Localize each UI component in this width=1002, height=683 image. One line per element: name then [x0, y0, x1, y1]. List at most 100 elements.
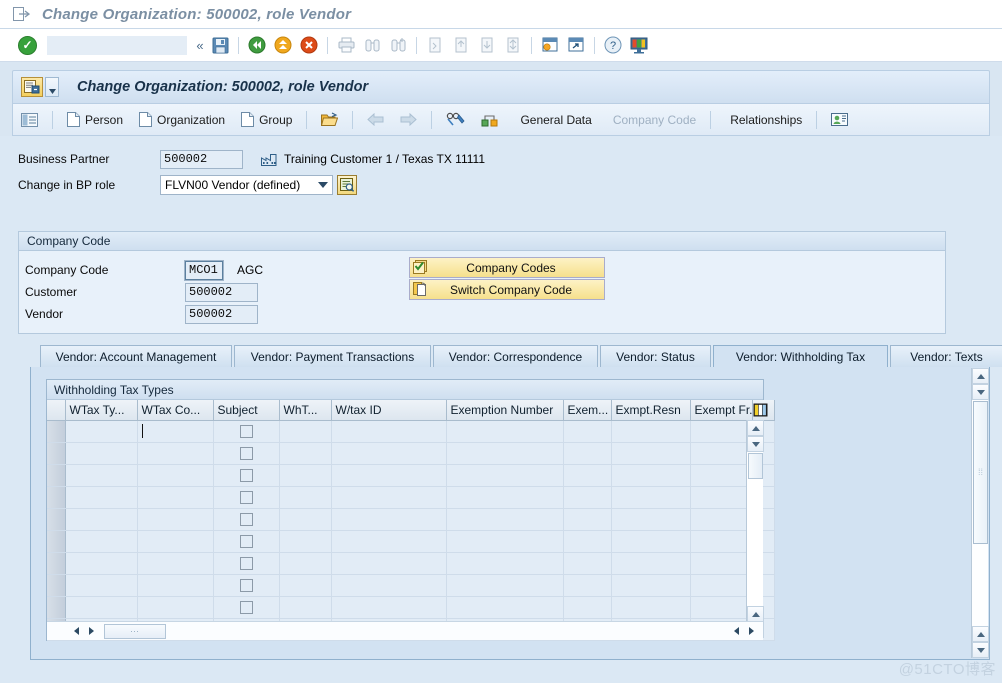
company-codes-button[interactable]: Company Codes: [409, 257, 605, 278]
cell-wtax-type[interactable]: [65, 508, 138, 531]
cell-wtax-type[interactable]: [65, 530, 138, 553]
cell-exmpt-resn[interactable]: [611, 596, 691, 619]
cell-exem[interactable]: [563, 596, 612, 619]
table-row[interactable]: [47, 596, 775, 619]
forward-nav-button[interactable]: [394, 108, 423, 132]
glasses-pencil-icon[interactable]: [440, 108, 471, 132]
grid-scroll-left-end-button[interactable]: [729, 624, 744, 639]
organization-button[interactable]: Organization: [133, 108, 231, 132]
col-wht[interactable]: WhT...: [279, 400, 332, 421]
panel-page-down-button[interactable]: [972, 642, 989, 658]
table-row[interactable]: [47, 442, 775, 465]
find-button[interactable]: [360, 33, 384, 57]
col-wtax-id[interactable]: W/tax ID: [331, 400, 447, 421]
subject-checkbox[interactable]: [239, 534, 253, 548]
cell-exem[interactable]: [563, 530, 612, 553]
cell-wtax-code[interactable]: [137, 442, 214, 465]
cell-exem[interactable]: [563, 442, 612, 465]
table-settings-icon[interactable]: [752, 400, 775, 421]
cell-wtax-type[interactable]: [65, 442, 138, 465]
back-button[interactable]: [245, 33, 269, 57]
cell-subject[interactable]: [213, 486, 280, 509]
cell-exemption-number[interactable]: [446, 486, 564, 509]
cell-wtax-type[interactable]: [65, 596, 138, 619]
cell-exem[interactable]: [563, 508, 612, 531]
green-check-icon[interactable]: ✓: [18, 35, 37, 55]
cell-exemption-number[interactable]: [446, 552, 564, 575]
cell-wtax-code[interactable]: [137, 464, 214, 487]
subject-checkbox[interactable]: [239, 446, 253, 460]
tab-vendor-payment-transactions[interactable]: Vendor: Payment Transactions: [234, 345, 431, 367]
company-code-input[interactable]: [184, 259, 224, 281]
group-button[interactable]: Group: [235, 108, 298, 132]
table-row[interactable]: [47, 574, 775, 597]
first-page-button[interactable]: [423, 33, 447, 57]
cell-wht[interactable]: [279, 486, 332, 509]
cell-exem[interactable]: [563, 464, 612, 487]
row-selector[interactable]: [47, 508, 66, 531]
cell-wtax-id[interactable]: [331, 464, 447, 487]
grid-scroll-right-button[interactable]: [84, 624, 99, 639]
vendor-input[interactable]: [185, 304, 258, 324]
row-selector[interactable]: [47, 530, 66, 553]
subject-checkbox[interactable]: [239, 512, 253, 526]
cell-exem[interactable]: [563, 574, 612, 597]
cell-exmpt-resn[interactable]: [611, 420, 691, 443]
row-select-header[interactable]: [47, 400, 66, 421]
previous-page-button[interactable]: [449, 33, 473, 57]
grid-hscroll-thumb[interactable]: ⋯: [104, 623, 166, 639]
panel-scroll-up-button[interactable]: [972, 368, 989, 384]
row-selector[interactable]: [47, 464, 66, 487]
row-selector[interactable]: [47, 574, 66, 597]
cell-wht[interactable]: [279, 530, 332, 553]
panel-scroll-down-button[interactable]: [972, 384, 989, 400]
cell-wtax-id[interactable]: [331, 420, 447, 443]
cell-wtax-id[interactable]: [331, 552, 447, 575]
panel-scroll-thumb[interactable]: ⁞⁞: [973, 401, 988, 544]
subject-checkbox[interactable]: [239, 600, 253, 614]
cell-wtax-type[interactable]: [65, 552, 138, 575]
cell-wtax-code[interactable]: [137, 420, 214, 443]
cell-wtax-code[interactable]: [137, 486, 214, 509]
cell-exemption-number[interactable]: [446, 596, 564, 619]
subject-checkbox[interactable]: [239, 424, 253, 438]
cell-exempt-fr[interactable]: [690, 552, 753, 575]
cell-wht[interactable]: [279, 464, 332, 487]
grid-page-up-button[interactable]: [747, 606, 764, 622]
col-exmpt-resn[interactable]: Exmpt.Resn: [611, 400, 691, 421]
cell-exem[interactable]: [563, 420, 612, 443]
cell-exempt-fr[interactable]: [690, 464, 753, 487]
cell-wtax-id[interactable]: [331, 530, 447, 553]
double-chevron-left-icon[interactable]: «: [193, 38, 207, 53]
exit-button[interactable]: [271, 33, 295, 57]
overview-button[interactable]: [15, 108, 44, 132]
new-session-icon[interactable]: [538, 33, 562, 57]
cell-subject[interactable]: [213, 464, 280, 487]
cell-exmpt-resn[interactable]: [611, 574, 691, 597]
general-data-button[interactable]: General Data: [509, 108, 597, 132]
bp-role-select[interactable]: FLVN00 Vendor (defined): [160, 175, 333, 195]
panel-page-up-button[interactable]: [972, 626, 989, 642]
cell-exemption-number[interactable]: [446, 530, 564, 553]
table-row[interactable]: [47, 464, 775, 487]
cell-subject[interactable]: [213, 420, 280, 443]
open-folder-icon[interactable]: [315, 108, 344, 132]
print-button[interactable]: [334, 33, 358, 57]
cell-subject[interactable]: [213, 596, 280, 619]
cell-exem[interactable]: [563, 486, 612, 509]
table-row[interactable]: [47, 552, 775, 575]
subject-checkbox[interactable]: [239, 490, 253, 504]
cell-wtax-code[interactable]: [137, 596, 214, 619]
dropdown-arrow-icon[interactable]: [45, 77, 59, 97]
shortcut-icon[interactable]: [564, 33, 588, 57]
company-code-button[interactable]: Company Code: [602, 108, 702, 132]
cell-exmpt-resn[interactable]: [611, 530, 691, 553]
cell-exempt-fr[interactable]: [690, 442, 753, 465]
col-exemption-number[interactable]: Exemption Number: [446, 400, 564, 421]
business-partner-input[interactable]: [160, 149, 243, 169]
cell-exempt-fr[interactable]: [690, 530, 753, 553]
tab-vendor-correspondence[interactable]: Vendor: Correspondence: [433, 345, 598, 367]
cell-wtax-type[interactable]: [65, 486, 138, 509]
cell-wht[interactable]: [279, 420, 332, 443]
monitor-icon[interactable]: [627, 33, 651, 57]
